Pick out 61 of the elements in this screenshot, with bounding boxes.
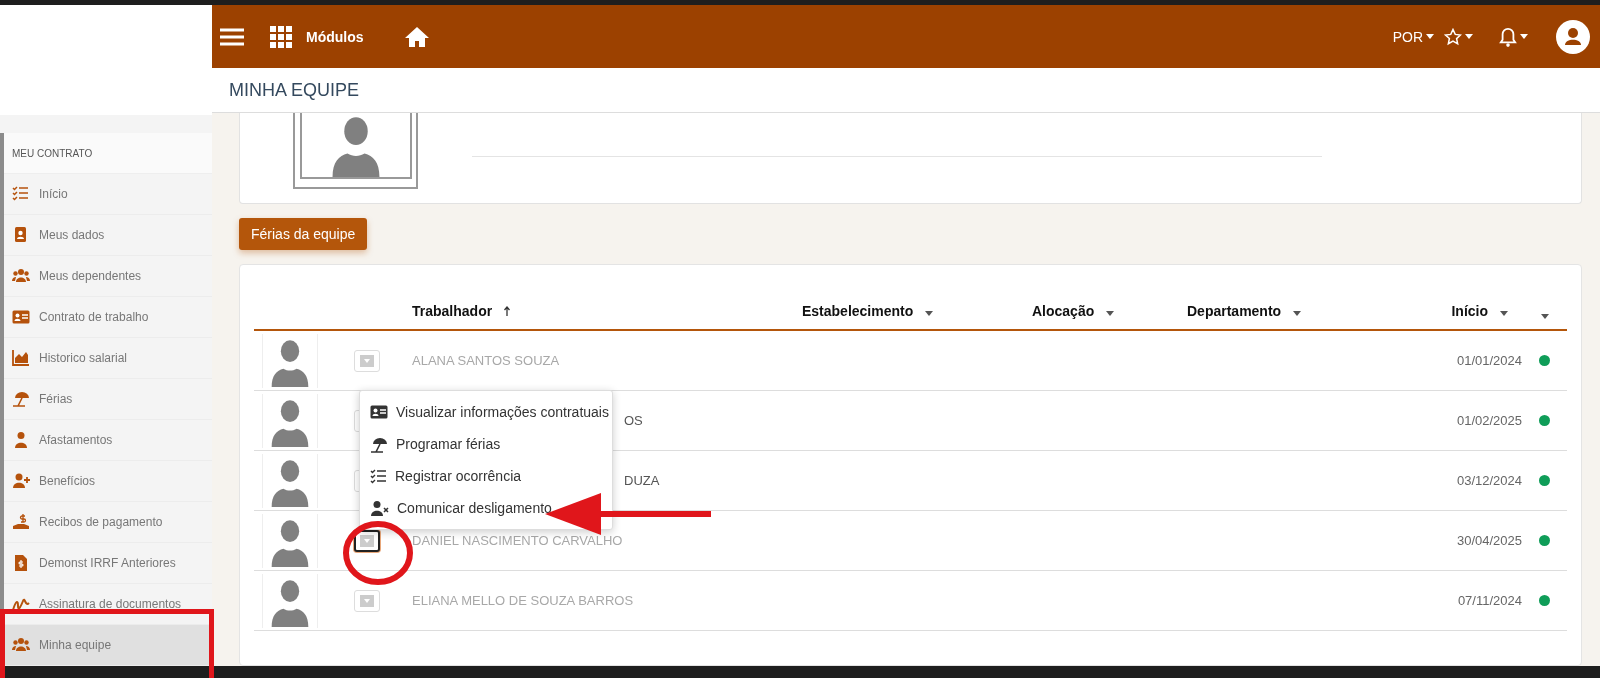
start-date: 01/02/2025 [1455,413,1522,428]
highlight-circle [342,520,414,586]
modules-link[interactable]: Módulos [306,28,364,45]
checklist-icon [370,468,387,484]
sidebar-item[interactable]: Meus dados [4,215,212,256]
sidebar-section-title: MEU CONTRATO [4,133,212,174]
start-date: 30/04/2025 [1455,533,1522,548]
start-date: 01/01/2024 [1455,353,1522,368]
start-date: 07/11/2024 [1456,593,1522,608]
beach-umbrella-icon [370,435,388,453]
column-header[interactable]: Trabalhador [412,303,493,319]
area-chart-icon [12,349,30,367]
checklist-icon [12,185,30,203]
id-card-icon [370,405,388,419]
sort-caret-icon [1293,311,1302,316]
home-icon[interactable] [403,25,430,48]
worker-name: DANIEL NASCIMENTO CARVALHO [412,533,623,548]
column-header[interactable]: Departamento [1187,303,1282,319]
group-icon [12,636,30,654]
column-header[interactable]: Início [1451,303,1488,319]
caret-icon [1465,34,1473,39]
sidebar-item[interactable]: Minha equipe [4,625,212,666]
document-icon [12,554,30,572]
column-header[interactable]: Alocação [1032,303,1095,319]
menu-item[interactable]: Comunicar desligamento [360,492,612,524]
user-avatar-icon[interactable] [1556,19,1590,54]
worker-name: ELIANA MELLO DE SOUZA BARROS [412,593,634,608]
grid-icon[interactable] [270,25,292,48]
beach-umbrella-icon [12,390,30,408]
column-header[interactable]: Estabelecimento [802,303,914,319]
favorites-star-icon[interactable] [1444,27,1473,46]
sidebar-item[interactable]: Demonst IRRF Anteriores [4,543,212,584]
id-card-icon [12,308,30,326]
start-date: 03/12/2024 [1455,473,1522,488]
menu-item[interactable]: Programar férias [360,428,612,460]
caret-icon [360,594,374,607]
menu-icon[interactable] [220,27,244,46]
caret-icon [360,354,374,367]
sort-caret-icon [925,311,934,316]
menu-item[interactable]: Registrar ocorrência [360,460,612,492]
remove-person-icon [370,500,389,516]
language-selector[interactable]: POR [1392,28,1434,45]
sort-caret-icon [1106,311,1115,316]
caret-icon [1520,34,1528,39]
caret-icon [1426,34,1434,39]
add-person-icon [12,472,30,490]
group-icon [12,267,30,285]
menu-item[interactable]: Visualizar informações contratuais [360,396,612,428]
sort-caret-icon [1500,311,1508,316]
worker-name: DUZA [624,473,660,488]
person-icon [12,431,30,449]
column-menu-caret-icon [1540,314,1549,319]
worker-name: ALANA SANTOS SOUZA [412,353,560,368]
sidebar-item[interactable]: Contrato de trabalho [4,297,212,338]
page-title: MINHA EQUIPE [212,68,1600,113]
caret-icon [360,534,374,547]
sidebar-item[interactable]: Historico salarial [4,338,212,379]
worker-name: OS [624,413,643,428]
notifications-bell-icon[interactable] [1499,26,1528,47]
hand-coin-icon [12,513,30,531]
team-vacation-button[interactable]: Férias da equipe [239,218,368,250]
